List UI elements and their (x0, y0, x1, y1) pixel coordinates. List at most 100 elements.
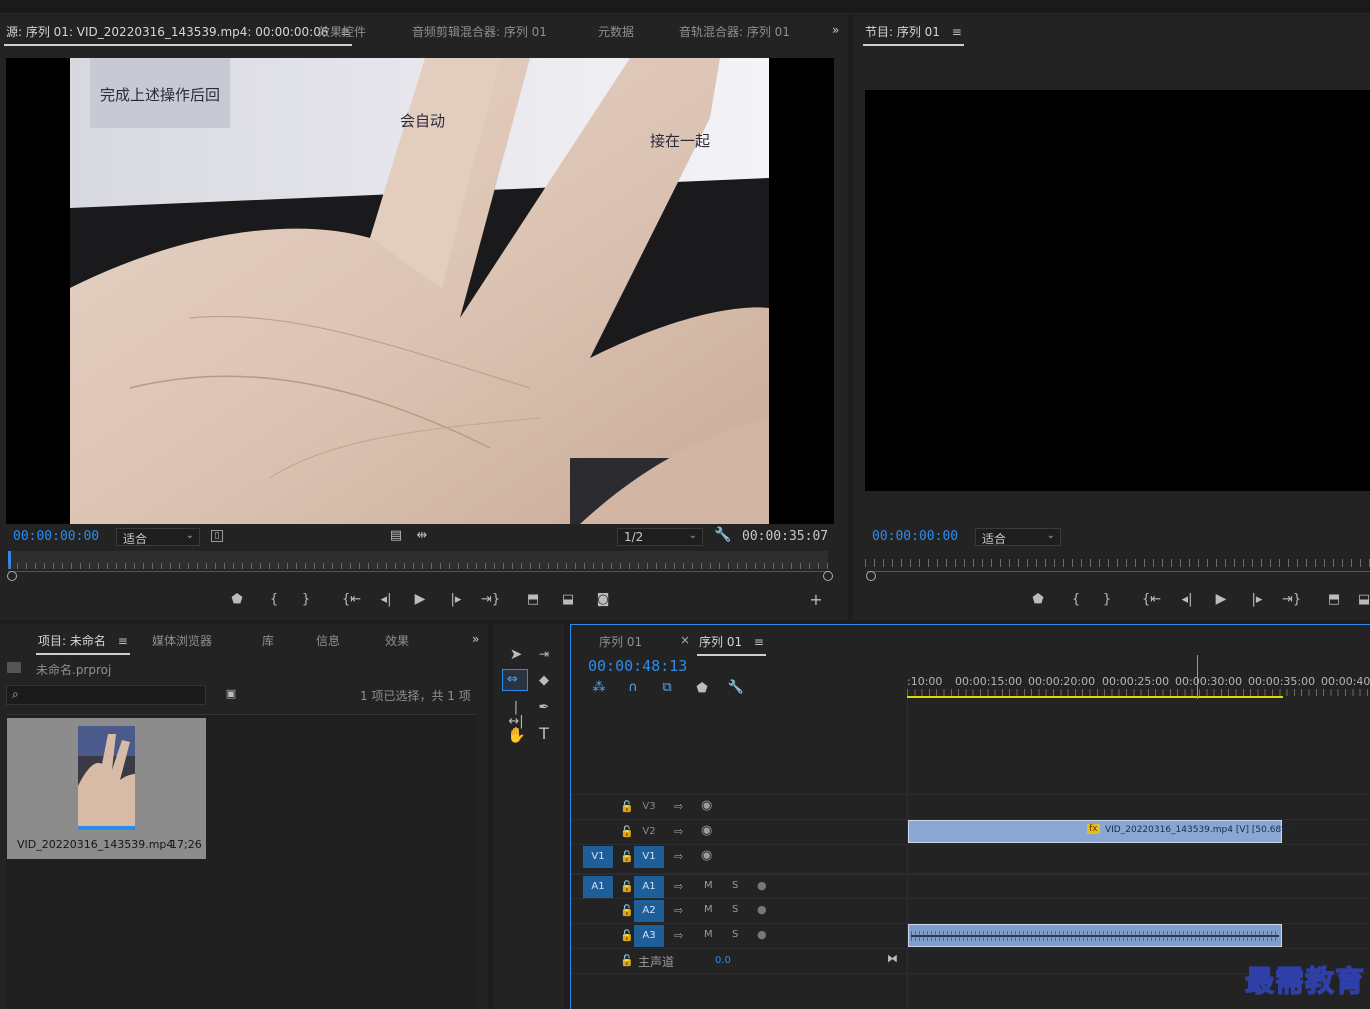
lock-icon[interactable]: 🔓 (620, 904, 634, 917)
add-marker-icon[interactable]: ⬟ (1029, 593, 1047, 607)
track-row-v3[interactable]: 🔓 V3 ⇨ ◉ (571, 794, 1370, 819)
track-name-v2[interactable]: V2 (634, 821, 664, 843)
track-row-a1[interactable]: A1 🔓 A1 ⇨ M S ● (571, 873, 1370, 898)
step-forward-icon[interactable]: |▸ (447, 593, 465, 607)
tab-info[interactable]: 信息 (316, 632, 340, 649)
audio-clip[interactable] (908, 924, 1282, 947)
more-tabs-icon[interactable]: » (472, 632, 479, 646)
track-name-v1[interactable]: V1 (634, 846, 664, 868)
tab-effects[interactable]: 效果 (385, 632, 409, 649)
microphone-icon[interactable]: ● (757, 903, 767, 916)
sync-lock-icon[interactable]: ⇨ (674, 929, 683, 942)
step-forward-icon[interactable]: |▸ (1248, 593, 1266, 607)
mute-button[interactable]: M (704, 929, 713, 940)
zoom-handle-left[interactable] (7, 571, 17, 581)
ripple-edit-tool-button[interactable]: ⇔ (502, 669, 528, 691)
lock-icon[interactable]: 🔓 (620, 800, 634, 813)
slip-tool-icon[interactable]: |↔| (507, 701, 525, 729)
program-ruler-ticks[interactable] (865, 559, 1370, 567)
solo-button[interactable]: S (732, 880, 738, 891)
add-marker-icon[interactable]: ⬟ (693, 682, 711, 696)
insert-icon[interactable]: ⬒ (524, 593, 542, 607)
go-to-end-icon[interactable]: ⧓ (887, 952, 898, 965)
tab-sequence-01-a[interactable]: 序列 01 (599, 633, 642, 650)
drag-video-icon[interactable]: ▯ (211, 530, 223, 542)
tab-program[interactable]: 节目: 序列 01 ≡ (863, 23, 964, 46)
more-tabs-icon[interactable]: » (832, 23, 839, 37)
sync-lock-icon[interactable]: ⇨ (674, 800, 683, 813)
step-back-icon[interactable]: ◂| (377, 593, 395, 607)
tab-libraries[interactable]: 库 (262, 632, 274, 649)
program-video-viewport[interactable] (865, 90, 1370, 491)
source-patch-v1[interactable]: V1 (583, 846, 613, 868)
eye-icon[interactable]: ◉ (701, 823, 712, 838)
filmstrip-icon[interactable]: ▤ (387, 529, 405, 543)
linked-selection-icon[interactable]: ⧉ (658, 681, 676, 695)
snap-magnet-icon[interactable]: ∩ (624, 681, 642, 695)
go-to-in-icon[interactable]: {⇤ (1142, 593, 1161, 607)
track-row-a2[interactable]: 🔓 A2 ⇨ M S ● (571, 898, 1370, 923)
wrench-icon[interactable]: 🔧 (714, 528, 732, 542)
track-name-v3[interactable]: V3 (634, 796, 664, 818)
track-name-a2[interactable]: A2 (634, 900, 664, 922)
source-timecode-current[interactable]: 00:00:00:00 (13, 529, 99, 544)
timeline-timecode[interactable]: 00:00:48:13 (588, 657, 687, 675)
eye-icon[interactable]: ◉ (701, 798, 712, 813)
tab-source[interactable]: 源: 序列 01: VID_20220316_143539.mp4: 00:00… (3, 23, 353, 46)
mute-button[interactable]: M (704, 904, 713, 915)
hand-tool-icon[interactable]: ✋ (507, 728, 526, 743)
panel-menu-icon[interactable]: ≡ (118, 634, 128, 648)
project-bin-area[interactable]: VID_20220316_143539.mp4 17;26 (6, 714, 476, 1009)
mute-button[interactable]: M (704, 880, 713, 891)
work-area-bar[interactable] (907, 696, 1283, 698)
lift-icon[interactable]: ⬒ (1325, 593, 1343, 607)
eye-icon[interactable]: ◉ (701, 848, 712, 863)
lock-icon[interactable]: 🔓 (620, 929, 634, 942)
timeline-playhead[interactable] (1197, 655, 1198, 699)
razor-tool-icon[interactable]: ◆ (535, 674, 553, 688)
go-to-out-icon[interactable]: ⇥} (481, 593, 500, 607)
lock-icon[interactable]: 🔓 (620, 850, 634, 863)
panel-menu-icon[interactable]: ≡ (952, 25, 962, 39)
sync-lock-icon[interactable]: ⇨ (674, 850, 683, 863)
button-editor-plus-icon[interactable]: + (807, 592, 825, 608)
master-volume-value[interactable]: 0.0 (715, 955, 731, 966)
go-to-in-icon[interactable]: {⇤ (342, 593, 361, 607)
timeline-settings-wrench-icon[interactable]: 🔧 (727, 681, 745, 695)
solo-button[interactable]: S (732, 904, 738, 915)
sync-lock-icon[interactable]: ⇨ (674, 880, 683, 893)
sync-lock-icon[interactable]: ⇨ (674, 904, 683, 917)
source-zoom-bar[interactable] (8, 571, 830, 572)
tab-media-browser[interactable]: 媒体浏览器 (152, 632, 212, 649)
track-row-v1[interactable]: V1 🔓 V1 ⇨ ◉ (571, 844, 1370, 869)
source-time-ruler[interactable] (8, 551, 828, 569)
track-name-a1[interactable]: A1 (634, 876, 664, 898)
close-icon[interactable]: × (680, 633, 690, 647)
mark-out-icon[interactable]: } (297, 593, 315, 607)
zoom-handle-left[interactable] (866, 571, 876, 581)
lock-icon[interactable]: 🔓 (620, 954, 634, 967)
nest-toggle-icon[interactable]: ⁂ (590, 681, 608, 695)
overwrite-icon[interactable]: ⬓ (559, 593, 577, 607)
clip-thumbnail-card[interactable]: VID_20220316_143539.mp4 17;26 (7, 718, 206, 859)
microphone-icon[interactable]: ● (757, 879, 767, 892)
selection-tool-icon[interactable]: ➤ (507, 647, 525, 662)
program-timecode-current[interactable]: 00:00:00:00 (872, 529, 958, 544)
export-frame-camera-icon[interactable]: ◙ (594, 593, 612, 607)
microphone-icon[interactable]: ● (757, 928, 767, 941)
track-select-tool-icon[interactable]: ⇥ (535, 647, 553, 661)
source-fit-dropdown[interactable]: 适合 ⌄ (116, 528, 200, 546)
sync-lock-icon[interactable]: ⇨ (674, 825, 683, 838)
project-search-input[interactable]: ⌕ (6, 685, 206, 705)
program-fit-dropdown[interactable]: 适合 ⌄ (975, 528, 1061, 546)
solo-button[interactable]: S (732, 929, 738, 940)
tab-metadata[interactable]: 元数据 (598, 23, 634, 40)
find-bin-icon[interactable]: ▣ (222, 687, 240, 701)
go-to-out-icon[interactable]: ⇥} (1282, 593, 1301, 607)
panel-menu-icon[interactable]: ≡ (754, 635, 764, 649)
mark-out-icon[interactable]: } (1098, 593, 1116, 607)
play-icon[interactable]: ▶ (411, 592, 429, 606)
source-patch-a1[interactable]: A1 (583, 876, 613, 898)
mark-in-icon[interactable]: { (1067, 593, 1085, 607)
tab-audio-clip-mixer[interactable]: 音频剪辑混合器: 序列 01 (412, 23, 547, 40)
